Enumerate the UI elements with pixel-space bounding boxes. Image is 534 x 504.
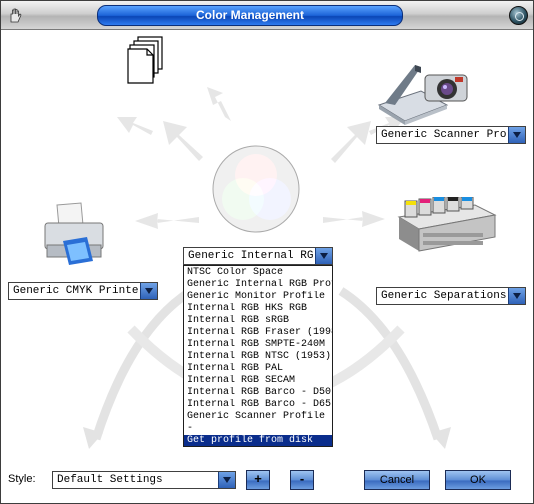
style-dropdown[interactable]: Default Settings [52, 471, 236, 489]
scanner-profile-value: Generic Scanner Profile [381, 129, 507, 141]
chevron-down-icon[interactable] [140, 283, 157, 299]
color-management-window: Color Management Generic Scanner Pro Gen… [0, 0, 534, 504]
list-item-selected[interactable]: Get profile from disk [184, 435, 332, 446]
list-item[interactable]: Internal RGB Barco - D65 [184, 399, 332, 411]
list-separator: - [187, 423, 194, 434]
window-title: Color Management [195, 8, 304, 22]
profile-list[interactable]: NTSC Color Space Generic Internal RGB Pr… [183, 265, 333, 447]
list-item[interactable]: Internal RGB sRGB [184, 315, 332, 327]
chevron-down-icon[interactable] [508, 127, 525, 143]
ok-button[interactable]: OK [445, 470, 511, 490]
list-item[interactable]: Internal RGB Barco - D50 [184, 387, 332, 399]
separations-profile-dropdown[interactable]: Generic Separations Profile [376, 287, 526, 305]
list-item[interactable]: Internal RGB SMPTE-240M [184, 339, 332, 351]
printer-profile-dropdown[interactable]: Generic CMYK Printer [8, 282, 158, 300]
cancel-button[interactable]: Cancel [364, 470, 430, 490]
title-pill: Color Management [97, 5, 403, 26]
rgb-color-wheel-icon [212, 145, 300, 233]
list-item[interactable]: Generic Internal RGB Profile [184, 279, 332, 291]
style-value: Default Settings [57, 474, 163, 486]
list-item[interactable]: Internal RGB HKS RGB [184, 303, 332, 315]
chevron-down-icon[interactable] [315, 248, 332, 264]
list-item[interactable]: Internal RGB NTSC (1953) [184, 351, 332, 363]
ink-cartridges-icon [397, 197, 497, 252]
list-item[interactable]: Internal RGB SECAM [184, 375, 332, 387]
chevron-down-icon[interactable] [218, 472, 235, 488]
internal-rgb-dropdown[interactable]: Generic Internal RGB [183, 247, 333, 265]
document-pages-icon [127, 36, 163, 84]
scanner-camera-icon [377, 65, 468, 125]
add-style-button[interactable]: + [246, 470, 270, 490]
list-item[interactable]: NTSC Color Space [184, 267, 332, 279]
list-item[interactable]: Generic Monitor Profile [184, 291, 332, 303]
internal-rgb-value: Generic Internal RGB [188, 250, 314, 262]
scanner-profile-dropdown[interactable]: Generic Scanner Profile [376, 126, 526, 144]
printer-icon [44, 202, 104, 265]
list-item[interactable]: Generic Scanner Profile [184, 411, 332, 423]
printer-profile-value: Generic CMYK Printer [13, 285, 139, 297]
hand-icon[interactable] [7, 6, 25, 24]
list-item[interactable]: Internal RGB PAL [184, 363, 332, 375]
chevron-down-icon[interactable] [508, 288, 525, 304]
remove-style-button[interactable]: - [290, 470, 314, 490]
close-icon[interactable] [509, 6, 528, 25]
title-bar[interactable]: Color Management [1, 1, 533, 30]
style-label: Style: [8, 473, 36, 485]
list-item[interactable]: Internal RGB Fraser (1998) [184, 327, 332, 339]
separations-profile-value: Generic Separations Profile [381, 290, 507, 302]
